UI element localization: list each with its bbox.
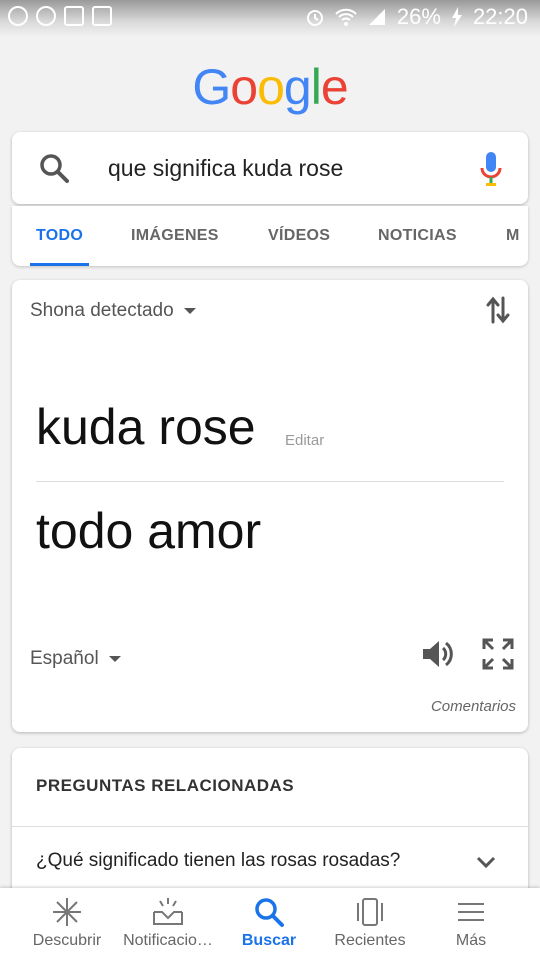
edit-link[interactable]: Editar — [285, 432, 324, 449]
logo-letter: l — [310, 59, 322, 115]
related-questions-card: PREGUNTAS RELACIONADAS ¿Qué significado … — [12, 748, 528, 908]
mic-icon[interactable] — [478, 150, 504, 188]
tab-todo[interactable]: TODO — [36, 206, 83, 266]
nav-label: Descubrir — [32, 932, 102, 949]
logo-letter: o — [257, 59, 285, 115]
app-icon — [36, 6, 56, 26]
dropdown-caret-icon — [183, 307, 196, 314]
logo-letter: o — [230, 59, 258, 115]
nav-mas[interactable]: Más — [421, 888, 521, 960]
whatsapp-icon — [8, 6, 28, 26]
source-text[interactable]: kuda rose — [36, 398, 256, 456]
source-language-label: Shona detectado — [30, 300, 174, 321]
logo-letter: g — [283, 59, 312, 115]
search-icon — [255, 898, 284, 927]
tab-noticias[interactable]: NOTICIAS — [378, 206, 457, 266]
nav-recientes[interactable]: Recientes — [320, 888, 420, 960]
logo-letter: e — [320, 59, 349, 115]
speaker-icon[interactable] — [420, 636, 456, 672]
status-bar: 26% 22:20 — [0, 0, 540, 36]
battery-percent: 26% — [396, 4, 441, 29]
logo-letter: G — [192, 59, 231, 115]
youtube-icon — [92, 6, 112, 26]
alarm-icon — [306, 10, 323, 26]
target-language-select[interactable]: Español — [30, 648, 121, 670]
signal-icon — [368, 9, 385, 25]
nav-notificaciones[interactable]: Notificacio… — [118, 888, 218, 960]
nav-label: Más — [455, 932, 487, 949]
nav-label: Buscar — [241, 932, 297, 949]
divider — [12, 826, 528, 827]
translate-card: Shona detectado kuda rose Editar todo am… — [12, 280, 528, 732]
bottom-nav: Descubrir Notificacio… Buscar Recientes … — [0, 888, 540, 960]
recents-icon — [357, 898, 383, 926]
chevron-down-icon[interactable] — [474, 850, 498, 874]
google-logo: Google — [0, 58, 540, 116]
nav-descubrir[interactable]: Descubrir — [17, 888, 117, 960]
fullscreen-icon[interactable] — [480, 636, 516, 672]
menu-icon — [458, 903, 484, 921]
asterisk-icon — [53, 898, 81, 926]
search-box[interactable]: que significa kuda rose — [12, 132, 528, 204]
dropdown-caret-icon — [108, 655, 121, 662]
search-tabs: TODO IMÁGENES VÍDEOS NOTICIAS M — [12, 206, 528, 266]
clock: 22:20 — [472, 4, 528, 29]
notification-icons — [8, 6, 112, 26]
search-icon[interactable] — [38, 152, 70, 184]
nav-label: Notificacio… — [123, 932, 213, 949]
source-language-select[interactable]: Shona detectado — [30, 300, 196, 322]
inbox-icon — [153, 898, 183, 925]
tab-more-truncated[interactable]: M — [506, 206, 520, 266]
translated-text: todo amor — [36, 503, 262, 559]
nav-label: Recientes — [334, 932, 406, 949]
search-query[interactable]: que significa kuda rose — [108, 155, 343, 182]
feedback-link[interactable]: Comentarios — [431, 698, 516, 715]
active-tab-indicator — [30, 263, 89, 266]
wifi-icon — [335, 8, 357, 26]
charging-icon — [451, 7, 462, 27]
divider — [36, 481, 504, 482]
message-icon — [64, 6, 84, 26]
swap-languages-icon[interactable] — [484, 294, 512, 326]
target-language-label: Español — [30, 648, 99, 669]
tab-videos[interactable]: VÍDEOS — [268, 206, 330, 266]
tab-imagenes[interactable]: IMÁGENES — [131, 206, 219, 266]
related-question[interactable]: ¿Qué significado tienen las rosas rosada… — [36, 850, 400, 872]
related-heading: PREGUNTAS RELACIONADAS — [36, 776, 295, 795]
nav-buscar[interactable]: Buscar — [219, 888, 319, 960]
